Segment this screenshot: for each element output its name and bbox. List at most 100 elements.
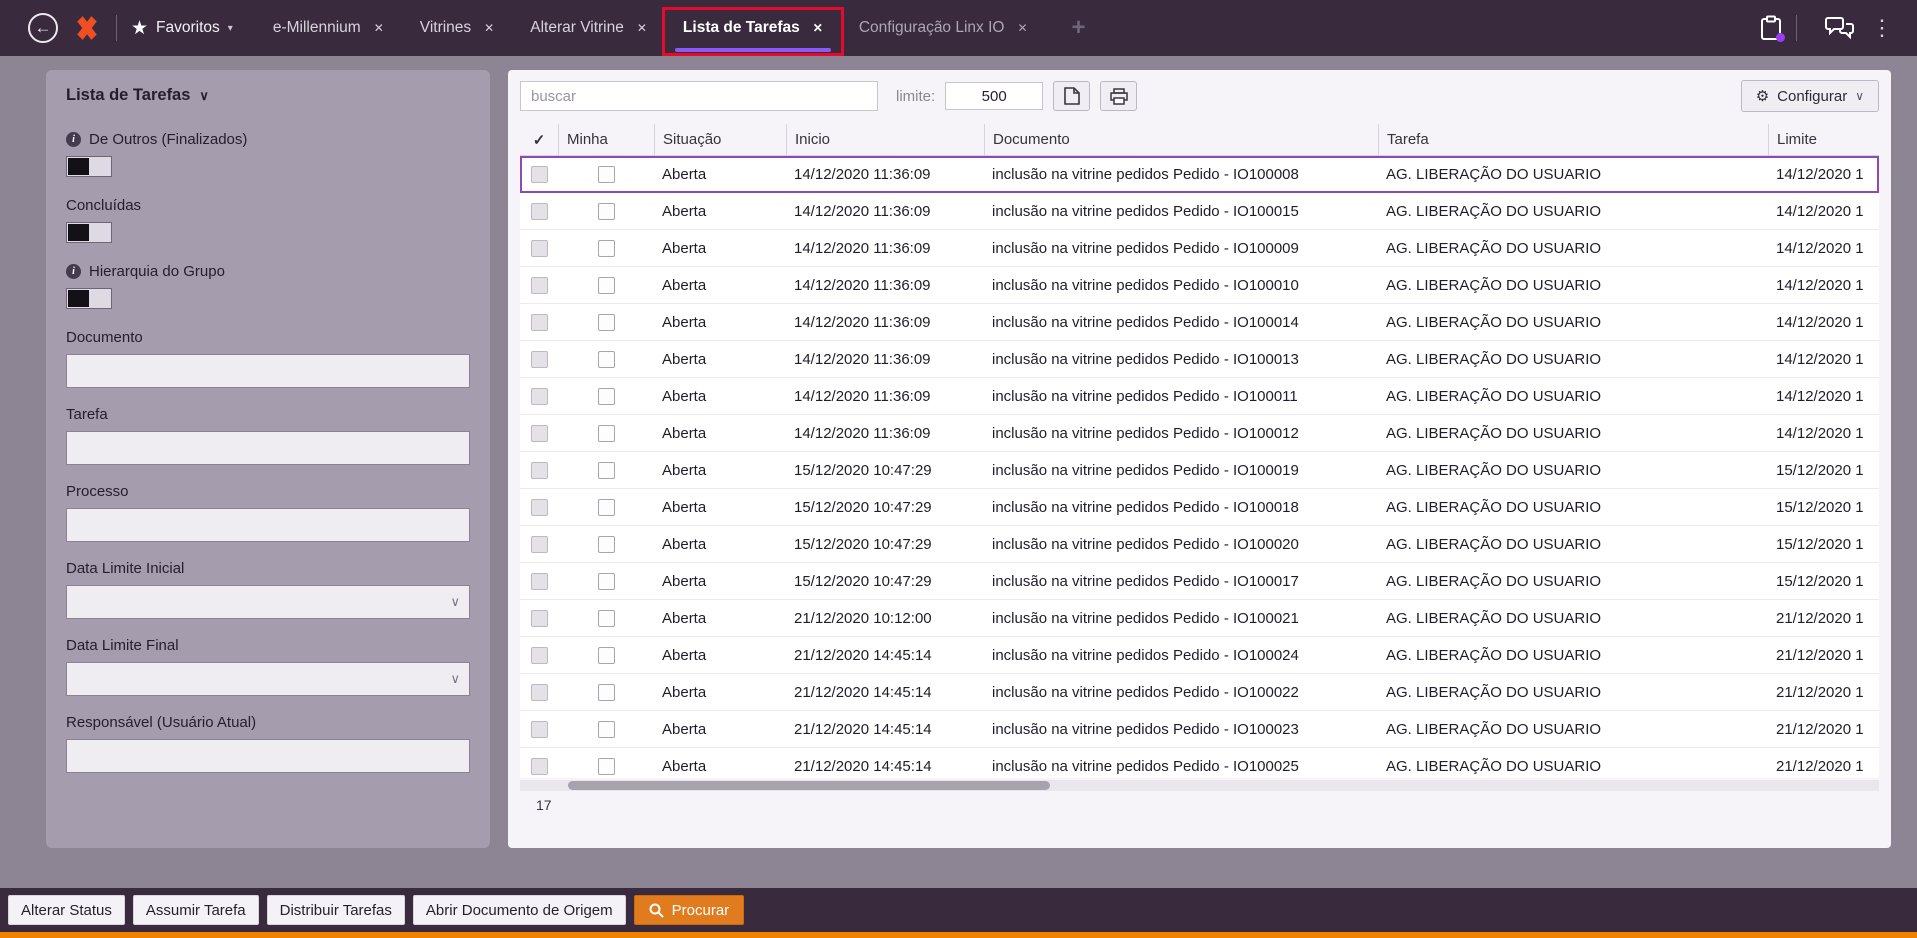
- clipboard-button[interactable]: [1760, 15, 1785, 42]
- input-processo[interactable]: [66, 508, 470, 542]
- tab-vitrines[interactable]: Vitrines ✕: [402, 0, 512, 56]
- table-row[interactable]: Aberta 21/12/2020 10:12:00 inclusão na vit…: [520, 600, 1879, 637]
- minha-checkbox[interactable]: [597, 757, 615, 775]
- tab-close-icon[interactable]: ✕: [637, 21, 647, 35]
- row-select-checkbox[interactable]: [530, 757, 548, 775]
- configure-button[interactable]: ⚙ Configurar ∨: [1740, 80, 1879, 112]
- minha-checkbox[interactable]: [597, 313, 615, 331]
- row-select-checkbox[interactable]: [530, 313, 548, 331]
- table-row[interactable]: Aberta 21/12/2020 14:45:14 inclusão na vit…: [520, 748, 1879, 778]
- button-distribuir-tarefas[interactable]: Distribuir Tarefas: [266, 895, 405, 925]
- table-row[interactable]: Aberta 14/12/2020 11:36:09 inclusão na vit…: [520, 378, 1879, 415]
- minha-checkbox[interactable]: [597, 387, 615, 405]
- minha-checkbox[interactable]: [597, 350, 615, 368]
- row-select-checkbox[interactable]: [530, 202, 548, 220]
- chat-button[interactable]: [1825, 16, 1855, 40]
- row-select-checkbox[interactable]: [530, 646, 548, 664]
- tab-configuracao-linx-io[interactable]: Configuração Linx IO ✕: [841, 0, 1046, 56]
- row-select-checkbox[interactable]: [530, 461, 548, 479]
- search-input[interactable]: [520, 81, 878, 111]
- row-select-checkbox[interactable]: [530, 387, 548, 405]
- minha-checkbox[interactable]: [597, 609, 615, 627]
- print-button[interactable]: [1100, 81, 1138, 111]
- table-row[interactable]: Aberta 14/12/2020 11:36:09 inclusão na vit…: [520, 193, 1879, 230]
- select-data-limite-final[interactable]: ∨: [66, 662, 470, 696]
- input-tarefa[interactable]: [66, 431, 470, 465]
- table-row[interactable]: Aberta 14/12/2020 11:36:09 inclusão na vit…: [520, 230, 1879, 267]
- row-select-checkbox[interactable]: [530, 165, 548, 183]
- table-row[interactable]: Aberta 14/12/2020 11:36:09 inclusão na vit…: [520, 415, 1879, 452]
- row-select-checkbox[interactable]: [530, 535, 548, 553]
- input-responsavel-usuario-atual[interactable]: [66, 739, 470, 773]
- row-select-checkbox[interactable]: [530, 609, 548, 627]
- table-row[interactable]: Aberta 14/12/2020 11:36:09 inclusão na vit…: [520, 156, 1879, 193]
- overflow-menu-button[interactable]: ⋮: [1869, 17, 1895, 39]
- minha-checkbox[interactable]: [597, 720, 615, 738]
- table-row[interactable]: Aberta 21/12/2020 14:45:14 inclusão na vit…: [520, 637, 1879, 674]
- row-cell-tarefa: AG. LIBERAÇÃO DO USUARIO: [1386, 313, 1602, 331]
- sidebar-title-row[interactable]: Lista de Tarefas ∨: [66, 86, 470, 105]
- row-select-checkbox[interactable]: [530, 720, 548, 738]
- table-row[interactable]: Aberta 14/12/2020 11:36:09 inclusão na vit…: [520, 341, 1879, 378]
- minha-checkbox[interactable]: [597, 572, 615, 590]
- row-select-checkbox[interactable]: [530, 498, 548, 516]
- horizontal-scrollbar[interactable]: [520, 780, 1879, 791]
- column-header-minha[interactable]: Minha: [558, 124, 654, 155]
- minha-checkbox[interactable]: [597, 239, 615, 257]
- minha-checkbox[interactable]: [597, 424, 615, 442]
- table-row[interactable]: Aberta 15/12/2020 10:47:29 inclusão na vit…: [520, 489, 1879, 526]
- toggle-hierarquia-do-grupo[interactable]: [66, 288, 112, 309]
- minha-checkbox[interactable]: [597, 535, 615, 553]
- toggle-concluidas[interactable]: [66, 222, 112, 243]
- row-select-checkbox[interactable]: [530, 683, 548, 701]
- toggle-label: Hierarquia do Grupo: [89, 263, 225, 280]
- row-select-checkbox[interactable]: [530, 276, 548, 294]
- minha-checkbox[interactable]: [597, 276, 615, 294]
- input-documento[interactable]: [66, 354, 470, 388]
- tab-close-icon[interactable]: ✕: [484, 21, 494, 35]
- button-alterar-status[interactable]: Alterar Status: [8, 895, 125, 925]
- table-row[interactable]: Aberta 15/12/2020 10:47:29 inclusão na vit…: [520, 526, 1879, 563]
- procurar-button[interactable]: Procurar: [633, 895, 745, 925]
- table-row[interactable]: Aberta 21/12/2020 14:45:14 inclusão na vit…: [520, 711, 1879, 748]
- table-row[interactable]: Aberta 15/12/2020 10:47:29 inclusão na vit…: [520, 563, 1879, 600]
- table-row[interactable]: Aberta 14/12/2020 11:36:09 inclusão na vit…: [520, 267, 1879, 304]
- row-select-checkbox[interactable]: [530, 424, 548, 442]
- favorites-menu[interactable]: ★ Favoritos ▾: [131, 17, 233, 40]
- back-button[interactable]: ←: [28, 13, 58, 43]
- row-select-checkbox[interactable]: [530, 239, 548, 257]
- scrollbar-thumb[interactable]: [568, 781, 1050, 790]
- table-row[interactable]: Aberta 15/12/2020 10:47:29 inclusão na vit…: [520, 452, 1879, 489]
- row-select-checkbox[interactable]: [530, 350, 548, 368]
- tab-close-icon[interactable]: ✕: [813, 21, 823, 35]
- table-row[interactable]: Aberta 21/12/2020 14:45:14 inclusão na vit…: [520, 674, 1879, 711]
- column-header-documento[interactable]: Documento: [984, 124, 1378, 155]
- filter-field-group: Data Limite Inicial ∨: [66, 560, 470, 619]
- row-select-checkbox[interactable]: [530, 572, 548, 590]
- minha-checkbox[interactable]: [597, 165, 615, 183]
- export-button[interactable]: [1053, 81, 1091, 111]
- column-header-tarefa[interactable]: Tarefa: [1378, 124, 1768, 155]
- row-cell-minha: [558, 609, 654, 627]
- tab-lista-de-tarefas[interactable]: Lista de Tarefas ✕: [661, 0, 844, 56]
- tab-e-millennium[interactable]: e-Millennium ✕: [255, 0, 402, 56]
- minha-checkbox[interactable]: [597, 461, 615, 479]
- minha-checkbox[interactable]: [597, 683, 615, 701]
- toggle-de-outros-finalizados[interactable]: [66, 156, 112, 177]
- limit-input[interactable]: [945, 82, 1044, 110]
- minha-checkbox[interactable]: [597, 202, 615, 220]
- tab-alterar-vitrine[interactable]: Alterar Vitrine ✕: [512, 0, 665, 56]
- column-header-situacao[interactable]: Situação: [654, 124, 786, 155]
- table-row[interactable]: Aberta 14/12/2020 11:36:09 inclusão na vit…: [520, 304, 1879, 341]
- tab-close-icon[interactable]: ✕: [1017, 21, 1027, 35]
- minha-checkbox[interactable]: [597, 646, 615, 664]
- tab-close-icon[interactable]: ✕: [374, 21, 384, 35]
- new-tab-button[interactable]: +: [1072, 16, 1086, 40]
- minha-checkbox[interactable]: [597, 498, 615, 516]
- column-header-limite[interactable]: Limite: [1768, 124, 1879, 155]
- button-abrir-documento-de-origem[interactable]: Abrir Documento de Origem: [412, 895, 626, 925]
- button-assumir-tarefa[interactable]: Assumir Tarefa: [132, 895, 259, 925]
- select-data-limite-inicial[interactable]: ∨: [66, 585, 470, 619]
- column-header-select-all[interactable]: ✓: [520, 124, 558, 155]
- column-header-inicio[interactable]: Inicio: [786, 124, 984, 155]
